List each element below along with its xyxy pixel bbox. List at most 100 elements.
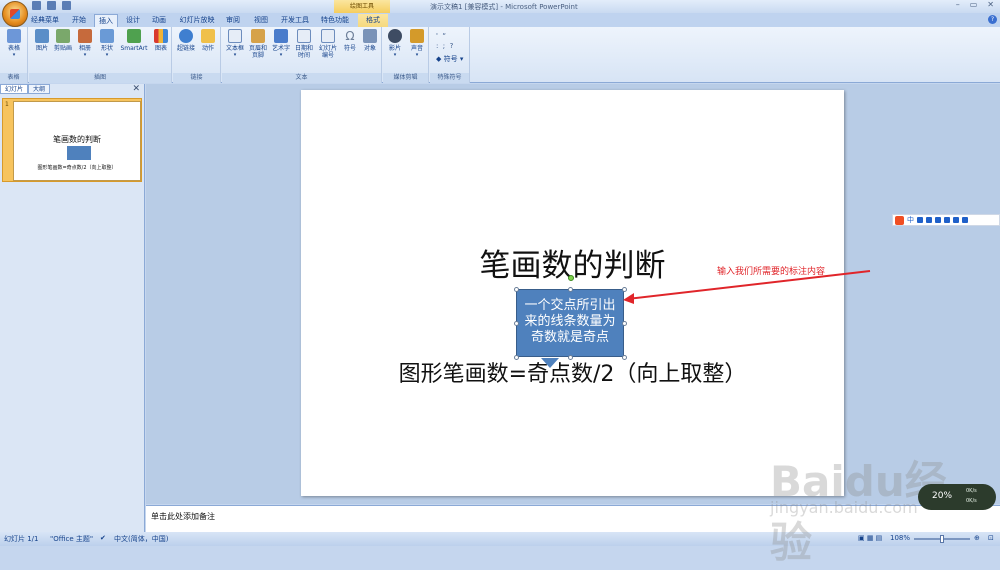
shapes-button[interactable]: 形状 ▾ — [97, 29, 117, 59]
picture-button[interactable]: 图片 — [32, 29, 52, 52]
textbox-icon — [228, 29, 242, 43]
wordart-icon — [274, 29, 288, 43]
hyperlink-button[interactable]: 超链接 — [176, 29, 196, 52]
datetime-button[interactable]: 日期和时间 — [293, 29, 315, 59]
slides-panel: 幻灯片 大纲 ✕ 1 笔画数的判断 图形笔画数=奇点数/2（向上取整） — [0, 84, 145, 532]
tab-format[interactable]: 格式 — [358, 14, 388, 27]
close-icon[interactable]: ✕ — [132, 84, 140, 94]
table-button[interactable]: 表格 ▾ — [4, 29, 24, 59]
clipart-icon — [56, 29, 70, 43]
special-symbol-button[interactable]: ◆ 符号 ▾ — [436, 54, 463, 64]
tab-view[interactable]: 视图 — [250, 14, 272, 27]
shapes-icon — [100, 29, 114, 43]
close-icon[interactable]: ✕ — [987, 0, 994, 9]
tab-features[interactable]: 特色功能 — [318, 14, 352, 27]
action-button[interactable]: 动作 — [198, 29, 218, 52]
tab-home[interactable]: 开始 — [68, 14, 90, 27]
slide-thumbnail-selected[interactable]: 1 笔画数的判断 图形笔画数=奇点数/2（向上取整） — [2, 98, 142, 182]
notes-placeholder: 单击此处添加备注 — [151, 512, 215, 521]
object-button[interactable]: 对象 — [360, 29, 380, 52]
resize-handle[interactable] — [622, 355, 627, 360]
textbox-button[interactable]: 文本框 ▾ — [225, 29, 245, 59]
spellcheck-icon[interactable]: ✔ — [100, 534, 106, 542]
panel-tabs: 幻灯片 大纲 — [0, 84, 144, 94]
group-illustrations: 图片 剪贴画 相册 ▾ 形状 ▾ SmartArt 图表 插图 — [29, 27, 172, 83]
smartart-icon — [127, 29, 141, 43]
resize-handle[interactable] — [514, 287, 519, 292]
action-icon — [201, 29, 215, 43]
ribbon-tabs: 经典菜单 开始 插入 设计 动画 幻灯片放映 审阅 视图 开发工具 特色功能 格… — [0, 13, 1000, 27]
maximize-icon[interactable]: ▭ — [970, 0, 978, 9]
network-speed-widget[interactable]: 20% 0K/s 0K/s — [918, 484, 996, 510]
ribbon: 表格 ▾ 表格 图片 剪贴画 相册 ▾ 形状 ▾ SmartArt 图表 插图 … — [0, 27, 1000, 83]
save-icon[interactable] — [32, 1, 41, 10]
chart-button[interactable]: 图表 — [151, 29, 171, 52]
tab-insert[interactable]: 插入 — [94, 14, 118, 27]
tab-outline[interactable]: 大纲 — [28, 84, 51, 94]
callout-text[interactable]: 一个交点所引出来的线条数量为奇数就是奇点 — [520, 298, 620, 346]
language-indicator[interactable]: 中文(简体，中国) — [114, 534, 168, 544]
resize-handle[interactable] — [514, 355, 519, 360]
quick-access-toolbar — [32, 1, 71, 10]
wordart-button[interactable]: 艺术字 ▾ — [271, 29, 291, 59]
movie-button[interactable]: 影片 ▾ — [385, 29, 405, 59]
smartart-button[interactable]: SmartArt — [119, 29, 149, 52]
header-footer-button[interactable]: 页眉和页脚 — [247, 29, 269, 59]
tab-design[interactable]: 设计 — [122, 14, 144, 27]
emoji-icon[interactable] — [926, 217, 932, 223]
tab-classic-menu[interactable]: 经典菜单 — [26, 14, 64, 27]
symbol-button[interactable]: Ω 符号 — [340, 29, 360, 52]
skin-icon[interactable] — [953, 217, 959, 223]
fit-slide-icon[interactable]: ⊡ — [988, 534, 994, 542]
zoom-in-icon[interactable]: ⊕ — [974, 534, 980, 542]
slide[interactable]: 笔画数的判断 图形笔画数=奇点数/2（向上取整） 一个交点所引出来的线条数量为奇… — [301, 90, 871, 496]
tab-animation[interactable]: 动画 — [148, 14, 170, 27]
tab-review[interactable]: 审阅 — [222, 14, 244, 27]
slide-subtitle[interactable]: 图形笔画数=奇点数/2（向上取整） — [301, 356, 844, 388]
settings-icon[interactable] — [962, 217, 968, 223]
keyboard-icon[interactable] — [944, 217, 950, 223]
thumb-number: 1 — [5, 101, 9, 108]
object-icon — [363, 29, 377, 43]
slide-number-icon — [321, 29, 335, 43]
ime-language[interactable]: 中 — [907, 215, 914, 225]
callout-shape[interactable]: 一个交点所引出来的线条数量为奇数就是奇点 — [514, 275, 627, 368]
tab-slides[interactable]: 幻灯片 — [0, 84, 29, 94]
thumb-title: 笔画数的判断 — [53, 135, 101, 144]
tab-developer[interactable]: 开发工具 — [278, 14, 312, 27]
tab-slideshow[interactable]: 幻灯片放映 — [176, 14, 218, 27]
picture-icon — [35, 29, 49, 43]
ime-toolbar[interactable]: 中 — [892, 214, 1000, 226]
group-special-symbols: ' “: ; ? ◆ 符号 ▾ 特殊符号 — [430, 27, 470, 83]
clipart-button[interactable]: 剪贴画 — [53, 29, 73, 52]
undo-icon[interactable] — [47, 1, 56, 10]
rotation-handle[interactable] — [568, 275, 574, 281]
resize-handle[interactable] — [568, 287, 573, 292]
watermark-url: jingyan.baidu.com — [770, 498, 918, 517]
resize-handle[interactable] — [622, 321, 627, 326]
theme-name: "Office 主题" — [50, 535, 94, 543]
thumb-callout — [67, 146, 91, 160]
title-bar: 绘图工具 演示文稿1 [兼容模式] - Microsoft PowerPoint… — [0, 0, 1000, 27]
symbol-grid[interactable]: ' “: ; ? — [436, 31, 453, 51]
album-button[interactable]: 相册 ▾ — [75, 29, 95, 59]
group-text: 文本框 ▾ 页眉和页脚 艺术字 ▾ 日期和时间 幻灯片编号 Ω 符号 对象 文本 — [222, 27, 382, 83]
punctuation-icon[interactable] — [917, 217, 923, 223]
table-icon — [7, 29, 21, 43]
group-table: 表格 ▾ 表格 — [0, 27, 28, 83]
sound-button[interactable]: 声音 ▾ — [407, 29, 427, 59]
resize-handle[interactable] — [514, 321, 519, 326]
header-footer-icon — [251, 29, 265, 43]
slide-thumbnail[interactable]: 笔画数的判断 图形笔画数=奇点数/2（向上取整） — [13, 101, 141, 181]
resize-handle[interactable] — [568, 355, 573, 360]
upload-speed: 0K/s — [966, 488, 977, 494]
drawing-tools-context-label: 绘图工具 — [334, 0, 390, 13]
thumb-subtitle: 图形笔画数=奇点数/2（向上取整） — [37, 165, 117, 171]
minimize-icon[interactable]: – — [956, 0, 960, 9]
slide-number-button[interactable]: 幻灯片编号 — [317, 29, 339, 59]
speaker-icon — [410, 29, 424, 43]
help-icon[interactable]: ? — [988, 15, 997, 24]
office-button[interactable] — [2, 1, 28, 27]
microphone-icon[interactable] — [935, 217, 941, 223]
redo-icon[interactable] — [62, 1, 71, 10]
